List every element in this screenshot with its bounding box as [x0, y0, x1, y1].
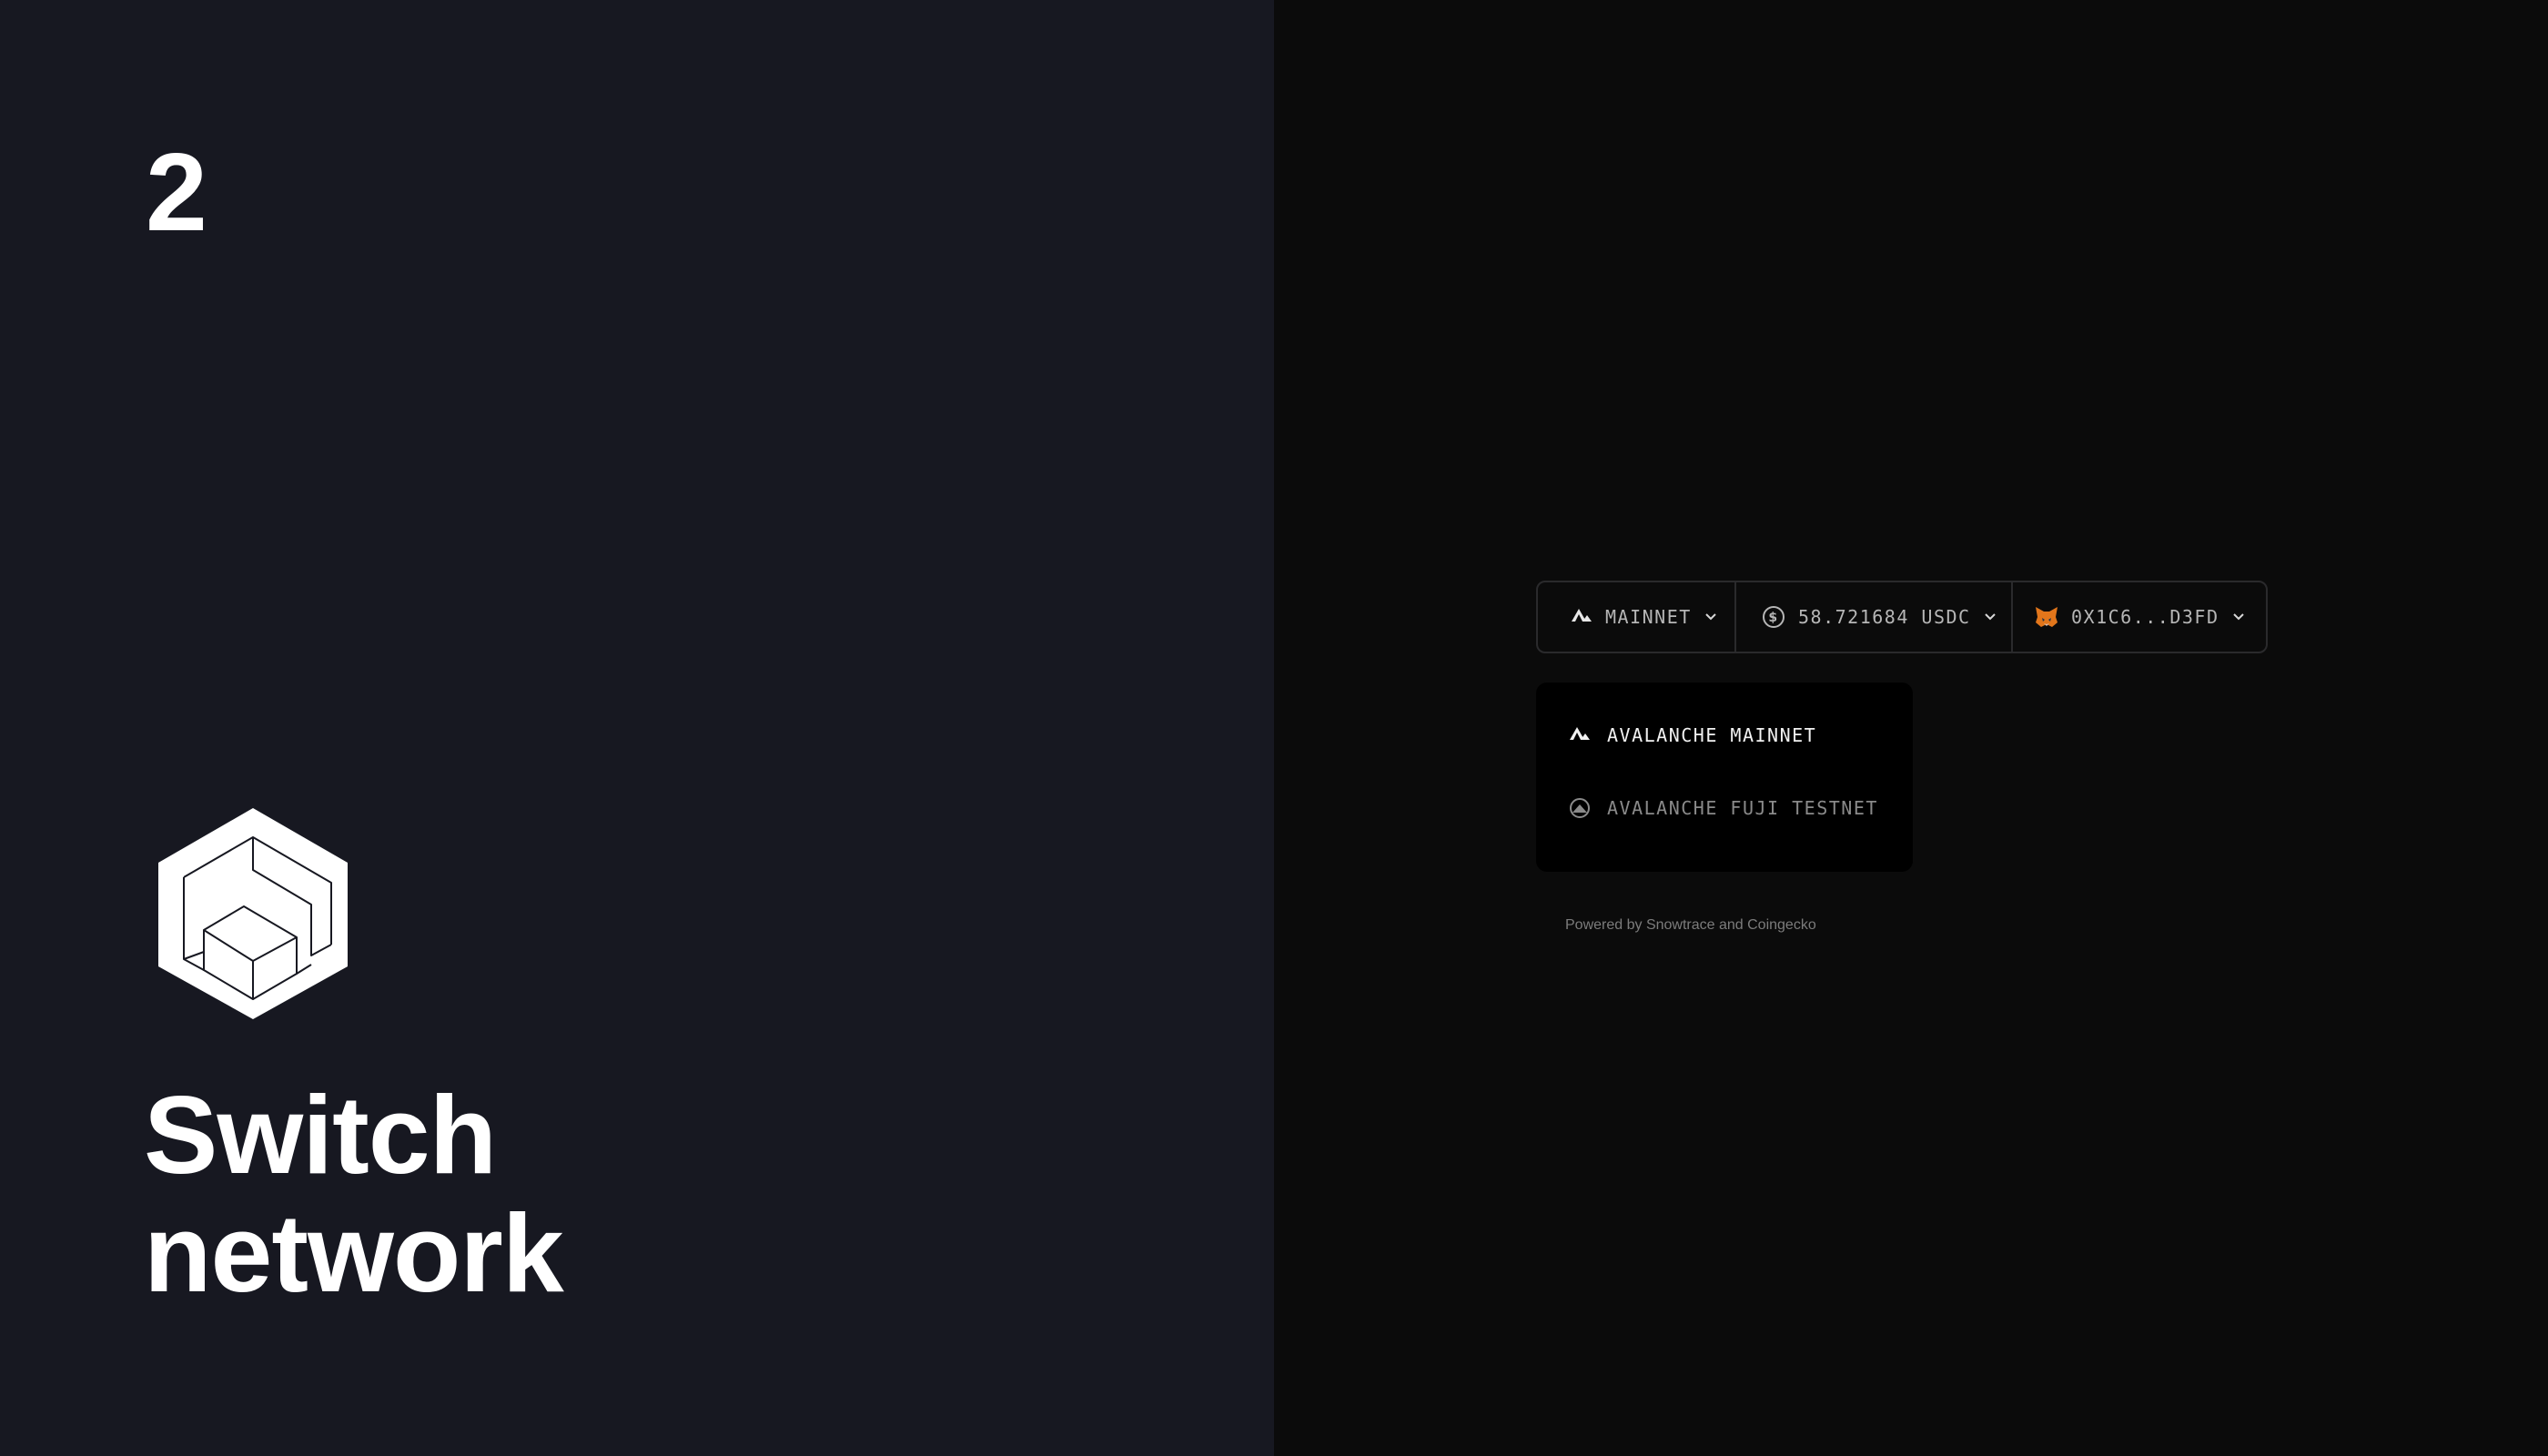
powered-by-note: Powered by Snowtrace and Coingecko — [1565, 917, 1816, 933]
menu-item-label: AVALANCHE MAINNET — [1607, 724, 1817, 746]
balance-label: 58.721684 USDC — [1798, 606, 1971, 628]
logo-cube-icon — [158, 808, 348, 1019]
fuji-icon — [1569, 797, 1591, 819]
metamask-fox-icon — [2035, 606, 2058, 628]
step-number: 2 — [146, 130, 207, 254]
usdc-icon: $ — [1762, 605, 1785, 629]
balance-button[interactable]: $ 58.721684 USDC — [1734, 582, 2011, 652]
avalanche-icon — [1571, 608, 1592, 626]
avalanche-icon — [1569, 726, 1591, 744]
network-selector-label: MAINNET — [1605, 606, 1692, 628]
svg-text:$: $ — [1768, 611, 1778, 625]
chevron-down-icon — [2232, 612, 2245, 622]
wallet-toolbar: MAINNET $ 58.721684 USDC 0X1C6...D3FD — [1536, 581, 2268, 653]
menu-item-label: AVALANCHE FUJI TESTNET — [1607, 797, 1878, 819]
network-dropdown-menu: AVALANCHE MAINNET AVALANCHE FUJI TESTNET — [1536, 682, 1913, 872]
chevron-down-icon — [1984, 612, 1997, 622]
network-selector-button[interactable]: MAINNET — [1538, 582, 1734, 652]
wallet-address-label: 0X1C6...D3FD — [2071, 606, 2219, 628]
intro-panel: 2 Switch network — [0, 0, 1274, 1456]
wallet-account-button[interactable]: 0X1C6...D3FD — [2011, 582, 2266, 652]
menu-item-avalanche-mainnet[interactable]: AVALANCHE MAINNET — [1536, 715, 1913, 755]
menu-item-avalanche-fuji-testnet[interactable]: AVALANCHE FUJI TESTNET — [1536, 788, 1913, 828]
page-title-line-1: Switch — [144, 1073, 497, 1197]
page-title-line-2: network — [144, 1191, 564, 1315]
page-title: Switch network — [144, 1076, 1145, 1312]
chevron-down-icon — [1704, 612, 1717, 622]
